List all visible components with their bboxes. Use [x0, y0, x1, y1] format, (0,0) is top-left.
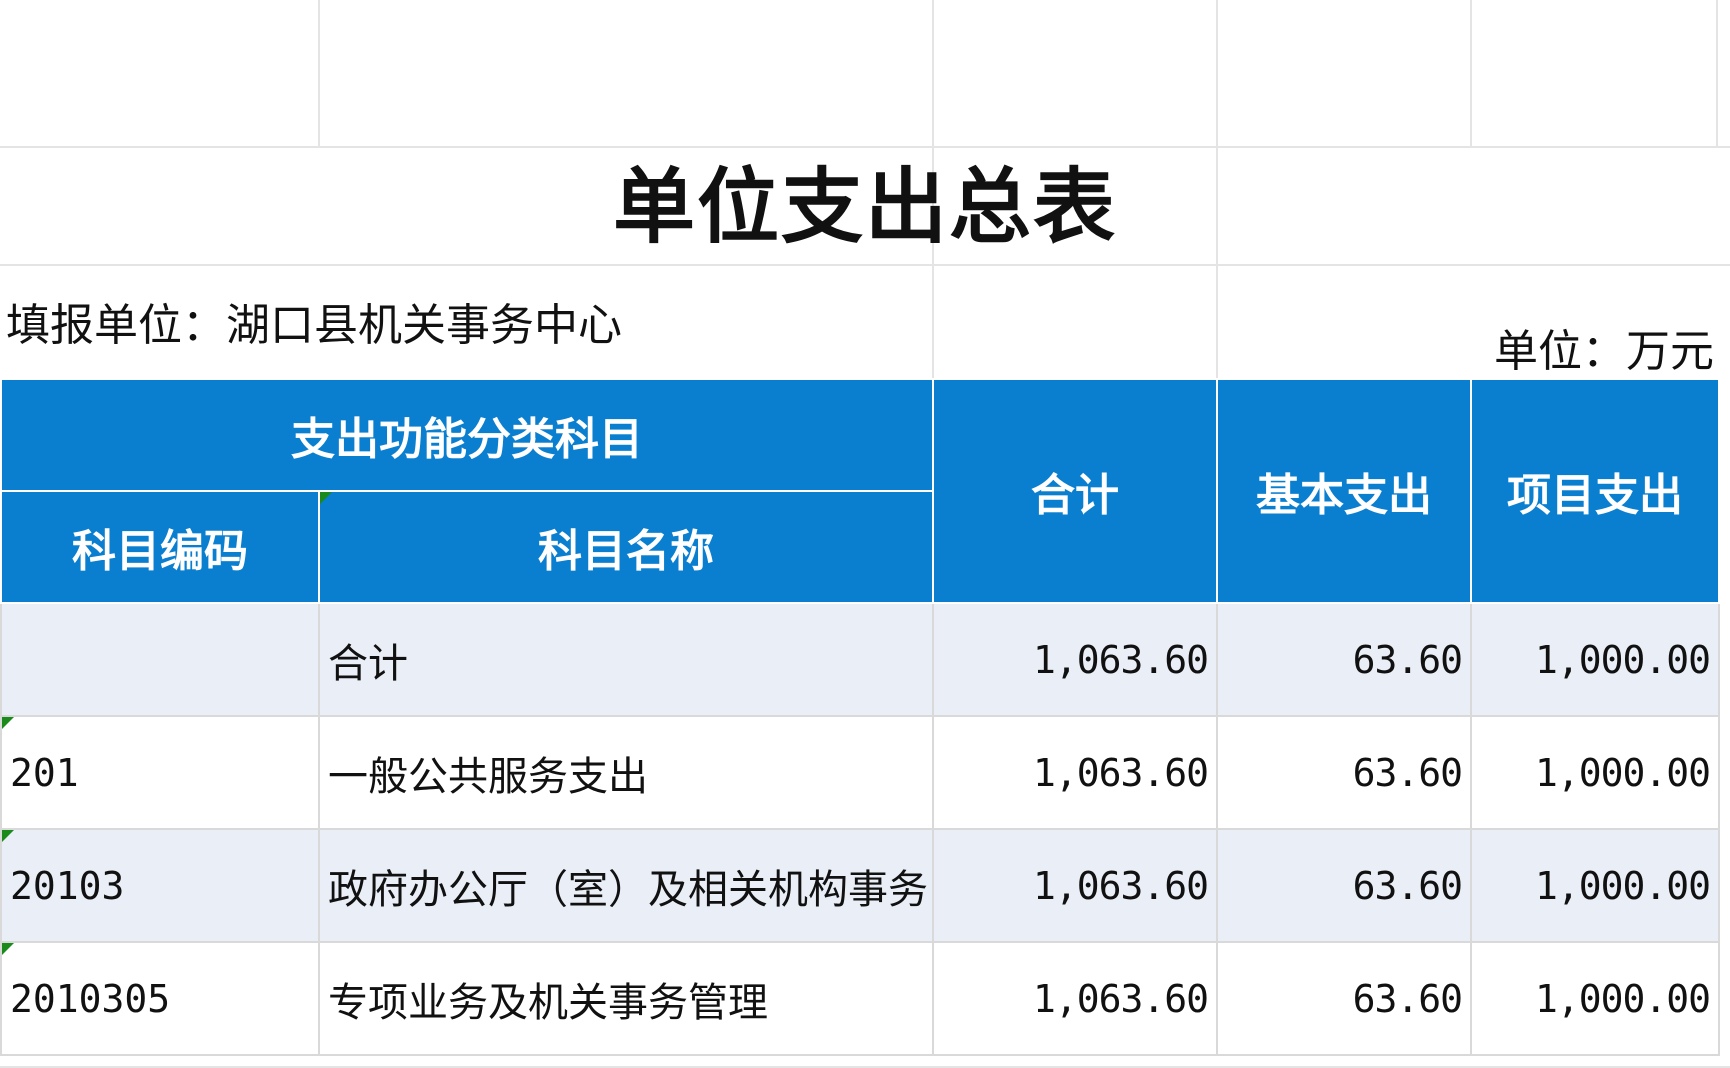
header-subject-name-label: 科目名称: [538, 526, 714, 577]
gridline: [318, 0, 320, 148]
cell-total[interactable]: 1,063.60: [932, 828, 1218, 943]
cell-error-marker-icon: [3, 718, 14, 729]
header-basic-expenditure[interactable]: 基本支出: [1216, 378, 1472, 604]
cell-basic[interactable]: 63.60: [1216, 828, 1472, 943]
cell-total[interactable]: 1,063.60: [932, 602, 1218, 717]
cell-code[interactable]: 2010305: [0, 941, 320, 1056]
cell-name[interactable]: 合计: [318, 602, 934, 717]
cell-error-marker-icon: [3, 831, 14, 842]
header-project-expenditure[interactable]: 项目支出: [1470, 378, 1720, 604]
cell-code-text: 20103: [10, 863, 125, 908]
cell-total[interactable]: 1,063.60: [932, 941, 1218, 1056]
unit-label: 单位：万元: [1494, 326, 1714, 377]
cell-comment-marker-icon: [320, 492, 332, 504]
cell-total[interactable]: 1,063.60: [932, 715, 1218, 830]
cell-project[interactable]: 1,000.00: [1470, 828, 1720, 943]
header-row-1: 支出功能分类科目 合计 基本支出 项目支出: [0, 378, 1720, 604]
header-subject-name[interactable]: 科目名称: [318, 490, 934, 604]
cell-code-text: 201: [10, 750, 79, 795]
table-row: 合计 1,063.60 63.60 1,000.00: [0, 602, 1720, 717]
table-row: 20103 政府办公厅（室）及相关机构事务 1,063.60 63.60 1,0…: [0, 828, 1720, 943]
cell-basic[interactable]: 63.60: [1216, 715, 1472, 830]
cell-basic[interactable]: 63.60: [1216, 602, 1472, 717]
table-row: 2010305 专项业务及机关事务管理 1,063.60 63.60 1,000…: [0, 941, 1720, 1056]
reporting-unit: 填报单位：湖口县机关事务中心: [6, 300, 622, 351]
cell-error-marker-icon: [3, 944, 14, 955]
page-title: 单位支出总表: [612, 159, 1117, 255]
cell-code[interactable]: 20103: [0, 828, 320, 943]
cell-name[interactable]: 政府办公厅（室）及相关机构事务: [318, 828, 934, 943]
gridline: [1716, 0, 1718, 148]
cell-project[interactable]: 1,000.00: [1470, 715, 1720, 830]
gridline: [1470, 0, 1472, 148]
cell-project[interactable]: 1,000.00: [1470, 941, 1720, 1056]
table-row: 201 一般公共服务支出 1,063.60 63.60 1,000.00: [0, 715, 1720, 830]
cell-basic[interactable]: 63.60: [1216, 941, 1472, 1056]
cell-name[interactable]: 一般公共服务支出: [318, 715, 934, 830]
cell-name[interactable]: 专项业务及机关事务管理: [318, 941, 934, 1056]
header-total[interactable]: 合计: [932, 378, 1218, 604]
header-subject-code[interactable]: 科目编码: [0, 490, 320, 604]
cell-code-text: 2010305: [10, 976, 171, 1021]
expenditure-table: 支出功能分类科目 合计 基本支出 项目支出 科目编码 科目名称 合计 1,063…: [0, 378, 1720, 1056]
cell-code[interactable]: 201: [0, 715, 320, 830]
cell-code[interactable]: [0, 602, 320, 717]
header-function-category[interactable]: 支出功能分类科目: [0, 378, 934, 492]
cell-project[interactable]: 1,000.00: [1470, 602, 1720, 717]
